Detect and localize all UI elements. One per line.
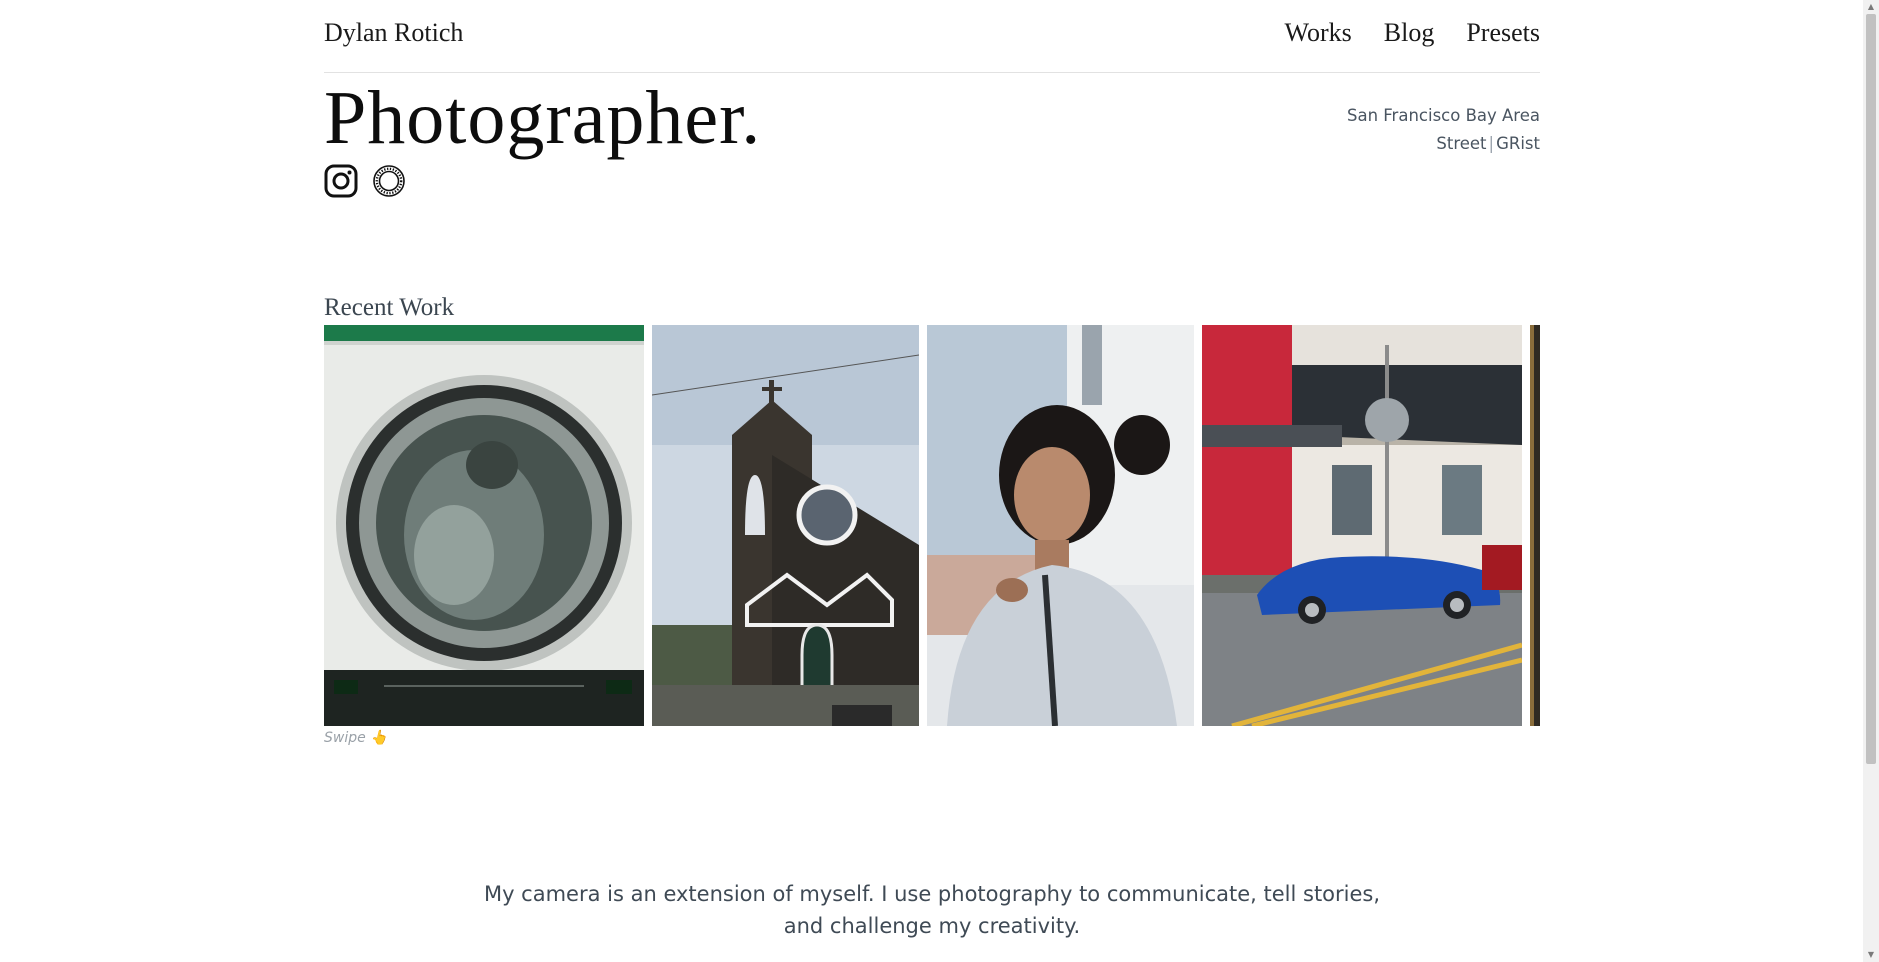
- link-separator: |: [1488, 134, 1495, 153]
- scroll-up-arrow-icon[interactable]: ▲: [1863, 0, 1879, 14]
- scroll-down-arrow-icon[interactable]: ▼: [1863, 948, 1879, 962]
- site-header: Dylan Rotich Works Blog Presets: [324, 0, 1540, 73]
- street-link[interactable]: Street: [1436, 134, 1486, 153]
- page-title: Photographer.: [324, 76, 762, 160]
- photo-partial[interactable]: [1530, 325, 1540, 726]
- nav-presets[interactable]: Presets: [1466, 18, 1540, 48]
- location-block: San Francisco Bay Area Street | GRist: [1347, 102, 1540, 158]
- nav-blog[interactable]: Blog: [1384, 18, 1435, 48]
- photo-laundromat[interactable]: [324, 325, 644, 726]
- page-scrollbar[interactable]: ▲ ▼: [1863, 0, 1879, 962]
- category-links: Street | GRist: [1347, 130, 1540, 158]
- grist-link[interactable]: GRist: [1496, 134, 1540, 153]
- photo-sports-car[interactable]: [1202, 325, 1522, 726]
- intro-line-1: My camera is an extension of myself. I u…: [483, 882, 1381, 906]
- social-links: [324, 164, 406, 198]
- intro-line-2: and challenge my creativity.: [783, 914, 1081, 938]
- photo-portrait[interactable]: [927, 325, 1194, 726]
- brand-link[interactable]: Dylan Rotich: [324, 18, 463, 48]
- swipe-hint: Swipe 👆: [324, 730, 388, 746]
- location-text: San Francisco Bay Area: [1346, 106, 1540, 125]
- scroll-thumb[interactable]: [1866, 14, 1876, 764]
- nav-works[interactable]: Works: [1285, 18, 1352, 48]
- page: Dylan Rotich Works Blog Presets Photogra…: [324, 0, 1540, 938]
- intro-text: My camera is an extension of myself. I u…: [324, 878, 1540, 942]
- main-nav: Works Blog Presets: [1285, 18, 1540, 48]
- photo-carousel[interactable]: [324, 325, 1540, 726]
- recent-work-title: Recent Work: [324, 294, 455, 321]
- instagram-icon[interactable]: [324, 164, 358, 198]
- vsco-icon[interactable]: [372, 164, 406, 198]
- photo-church[interactable]: [652, 325, 919, 726]
